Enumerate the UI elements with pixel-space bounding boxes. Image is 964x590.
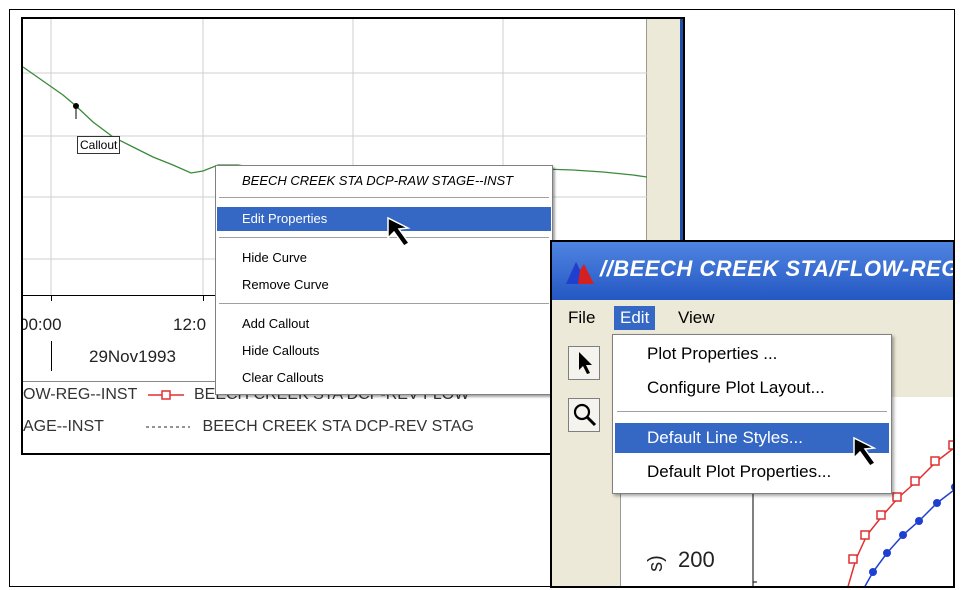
blue-marker bbox=[933, 499, 941, 507]
tool-palette bbox=[568, 346, 602, 586]
x-tick-label: 12:0 bbox=[173, 315, 207, 334]
clear-callouts-item[interactable]: Clear Callouts bbox=[217, 366, 551, 390]
blue-marker bbox=[883, 549, 891, 557]
default-line-styles-item[interactable]: Default Line Styles... bbox=[615, 423, 889, 453]
callout-label[interactable]: Callout bbox=[77, 136, 121, 154]
curve-context-menu: BEECH CREEK STA DCP-RAW STAGE--INST Edit… bbox=[215, 165, 553, 395]
x-tick-label: 00:00 bbox=[21, 315, 62, 334]
x-tick bbox=[203, 295, 204, 301]
plot-properties-item[interactable]: Plot Properties ... bbox=[615, 339, 889, 369]
menu-edit[interactable]: Edit bbox=[614, 306, 656, 330]
hide-callouts-item[interactable]: Hide Callouts bbox=[217, 339, 551, 363]
magnifier-icon bbox=[573, 403, 597, 427]
menu-file[interactable]: File bbox=[562, 306, 601, 330]
date-divider bbox=[51, 341, 52, 371]
menu-bar: File Edit View bbox=[552, 300, 953, 338]
menu-divider bbox=[219, 197, 549, 198]
red-marker bbox=[910, 476, 920, 486]
legend-swatch-dashed bbox=[146, 426, 191, 428]
red-marker bbox=[930, 456, 940, 466]
legend-left-text: AGE--INST bbox=[23, 418, 104, 435]
edit-properties-item[interactable]: Edit Properties bbox=[217, 207, 551, 231]
red-marker bbox=[948, 440, 953, 450]
context-menu-title: BEECH CREEK STA DCP-RAW STAGE--INST bbox=[242, 173, 514, 188]
blue-marker bbox=[915, 517, 923, 525]
window-title: //BEECH CREEK STA/FLOW-REG-- bbox=[600, 256, 955, 281]
add-callout-item[interactable]: Add Callout bbox=[217, 312, 551, 336]
red-marker bbox=[860, 530, 870, 540]
legend-swatch-red bbox=[147, 390, 184, 400]
remove-curve-item[interactable]: Remove Curve bbox=[217, 273, 551, 297]
y-tick-label: 200 bbox=[678, 547, 715, 572]
stage-curve bbox=[23, 66, 647, 178]
date-label: 29Nov1993 bbox=[89, 347, 176, 366]
zoom-tool-button[interactable] bbox=[568, 398, 600, 432]
configure-plot-layout-item[interactable]: Configure Plot Layout... bbox=[615, 373, 889, 403]
mouse-pointer-icon bbox=[387, 216, 411, 247]
menu-view[interactable]: View bbox=[672, 306, 721, 330]
edit-dropdown-menu: Plot Properties ... Configure Plot Layou… bbox=[612, 334, 892, 494]
legend-right-text: BEECH CREEK STA DCP-REV STAG bbox=[202, 418, 474, 435]
x-tick bbox=[51, 295, 52, 301]
app-logo-icon bbox=[566, 262, 594, 284]
menu-divider bbox=[219, 303, 549, 304]
legend-left-text: OW-REG--INST bbox=[23, 386, 138, 403]
default-plot-properties-item[interactable]: Default Plot Properties... bbox=[615, 457, 889, 487]
red-marker bbox=[848, 554, 858, 564]
legend-item[interactable]: AGE--INST BEECH CREEK STA DCP-REV STAG bbox=[23, 418, 474, 436]
blue-marker bbox=[869, 568, 877, 576]
window-titlebar[interactable]: //BEECH CREEK STA/FLOW-REG-- bbox=[552, 242, 953, 300]
menu-divider bbox=[617, 411, 887, 412]
red-marker bbox=[892, 492, 902, 502]
mouse-pointer-icon bbox=[853, 436, 877, 467]
arrow-cursor-icon bbox=[579, 352, 592, 374]
red-marker bbox=[876, 510, 886, 520]
blue-marker bbox=[951, 483, 953, 491]
y-axis-label-fragment: s) bbox=[644, 555, 667, 572]
select-tool-button[interactable] bbox=[568, 346, 600, 380]
hide-curve-item[interactable]: Hide Curve bbox=[217, 246, 551, 270]
menu-divider bbox=[219, 237, 549, 238]
blue-marker bbox=[899, 531, 907, 539]
